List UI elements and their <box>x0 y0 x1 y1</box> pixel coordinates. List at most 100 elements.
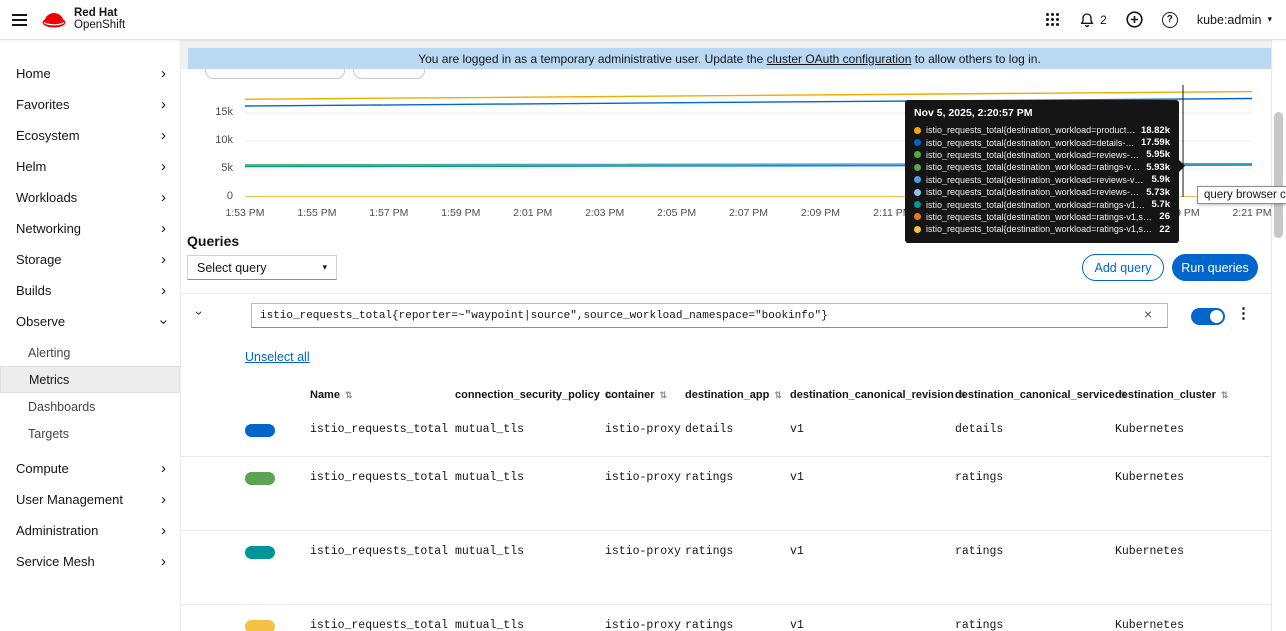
sidebar-item-builds[interactable]: Builds › <box>0 275 180 306</box>
notification-count: 2 <box>1100 12 1107 27</box>
notifications-button[interactable]: 2 <box>1079 12 1107 28</box>
user-menu[interactable]: kube:admin ▾ <box>1197 13 1272 27</box>
app-launcher-button[interactable] <box>1045 12 1060 27</box>
sidebar-item-helm[interactable]: Helm › <box>0 151 180 182</box>
cell-name: istio_requests_total <box>310 471 449 484</box>
hamburger-menu-icon[interactable] <box>12 13 27 26</box>
sidebar-item-favorites[interactable]: Favorites › <box>0 89 180 120</box>
table-row: istio_requests_total mutual_tls istio-pr… <box>181 409 1271 457</box>
quick-create-button[interactable] <box>1126 11 1143 28</box>
x-tick-label: 2:21 PM <box>1232 207 1271 219</box>
sidebar-item-service-mesh[interactable]: Service Mesh › <box>0 546 180 577</box>
unselect-all-link[interactable]: Unselect all <box>245 350 310 364</box>
run-queries-button[interactable]: Run queries <box>1172 254 1258 281</box>
series-label: istio_requests_total{destination_workloa… <box>926 224 1155 235</box>
query-expand-chevron-icon[interactable]: › <box>192 311 207 315</box>
chevron-right-icon: › <box>161 126 166 144</box>
sidebar-item-home[interactable]: Home › <box>0 58 180 89</box>
series-label: istio_requests_total{destination_workloa… <box>926 174 1147 185</box>
cell-destination-canonical-revision: v1 <box>790 619 804 631</box>
redhat-openshift-logo[interactable]: Red Hat OpenShift <box>41 7 125 31</box>
series-label: istio_requests_total{destination_workloa… <box>926 149 1142 160</box>
column-header-name[interactable]: Name ⇅ <box>310 389 455 401</box>
sidebar-item-alerting[interactable]: Alerting <box>0 339 180 366</box>
select-query-label: Select query <box>197 260 267 275</box>
cell-destination-app: ratings <box>685 619 734 631</box>
plus-circle-icon <box>1126 11 1143 28</box>
column-header-connection-security-policy[interactable]: connection_security_policy ⇅ <box>455 389 612 401</box>
section-divider <box>181 293 1271 294</box>
cell-container: istio-proxy <box>605 619 681 631</box>
table-row: istio_requests_total mutual_tls istio-pr… <box>181 531 1271 605</box>
sidebar-item-storage[interactable]: Storage › <box>0 244 180 275</box>
chart-hover-tooltip: Nov 5, 2025, 2:20:57 PM istio_requests_t… <box>905 100 1185 243</box>
query-enabled-toggle[interactable] <box>1191 308 1225 325</box>
series-value: 22 <box>1159 223 1170 235</box>
y-tick-label: 0 <box>226 190 233 202</box>
sidebar-item-user-management[interactable]: User Management › <box>0 484 180 515</box>
tooltip-series-row: istio_requests_total{destination_workloa… <box>914 186 1170 198</box>
series-label: istio_requests_total{destination_workloa… <box>926 137 1136 148</box>
nav-label: Networking <box>16 221 82 236</box>
chevron-right-icon: › <box>161 219 166 237</box>
column-header-destination-canonical-revision[interactable]: destination_canonical_revision ⇅ <box>790 389 966 401</box>
column-header-destination-app[interactable]: destination_app ⇅ <box>685 389 790 401</box>
chevron-down-icon: › <box>155 319 173 324</box>
sort-icon: ⇅ <box>344 389 353 400</box>
add-query-button[interactable]: Add query <box>1082 254 1164 281</box>
masthead: Red Hat OpenShift 2 ? kube:admin ▾ <box>0 0 1286 40</box>
series-label: istio_requests_total{destination_workloa… <box>926 199 1147 210</box>
user-name: kube:admin <box>1196 12 1262 27</box>
series-color-dot <box>914 176 921 184</box>
cell-destination-canonical-service: details <box>955 423 1004 436</box>
tooltip-series-row: istio_requests_total{destination_workloa… <box>914 124 1170 136</box>
chevron-right-icon: › <box>161 188 166 206</box>
banner-text-after: to allow others to log in. <box>911 51 1041 66</box>
nav-label: Compute <box>16 461 69 476</box>
series-value: 26 <box>1159 211 1170 223</box>
clear-query-icon[interactable]: × <box>1144 307 1152 321</box>
sidebar-item-metrics[interactable]: Metrics <box>0 366 180 393</box>
banner-text-before: You are logged in as a temporary adminis… <box>418 51 767 66</box>
question-circle-icon: ? <box>1161 11 1178 28</box>
column-header-container[interactable]: container ⇅ <box>605 389 685 401</box>
cell-container: istio-proxy <box>605 471 681 484</box>
series-label: istio_requests_total{destination_workloa… <box>926 187 1142 198</box>
help-button[interactable]: ? <box>1161 11 1178 28</box>
tooltip-series-row: istio_requests_total{destination_workloa… <box>914 161 1170 173</box>
metrics-panel: 15k 10k 5k 0 1:53 PM 1:55 PM 1:57 PM 1:59 PM 2:… <box>181 69 1271 631</box>
tooltip-timestamp: Nov 5, 2025, 2:20:57 PM <box>914 107 1033 119</box>
cell-destination-app: ratings <box>685 471 734 484</box>
sidebar-item-administration[interactable]: Administration › <box>0 515 180 546</box>
column-header-destination-cluster[interactable]: destination_cluster ⇅ <box>1115 389 1271 401</box>
query-expression-input[interactable] <box>251 303 1168 328</box>
cell-name: istio_requests_total <box>310 423 449 436</box>
scrollbar-thumb[interactable] <box>1274 112 1283 238</box>
tooltip-series-list: istio_requests_total{destination_workloa… <box>914 124 1170 236</box>
series-color-dot <box>914 201 921 209</box>
series-swatch[interactable] <box>245 424 275 437</box>
series-swatch[interactable] <box>245 472 275 485</box>
sidebar-item-targets[interactable]: Targets <box>0 420 180 447</box>
cell-destination-cluster: Kubernetes <box>1115 545 1185 558</box>
nav-label: Home <box>16 66 51 81</box>
clipped-chart-control[interactable] <box>353 69 425 79</box>
sidebar-item-compute[interactable]: Compute › <box>0 453 180 484</box>
series-value: 17.59k <box>1140 137 1170 149</box>
sidebar-item-networking[interactable]: Networking › <box>0 213 180 244</box>
query-kebab-menu[interactable]: ⋮ <box>1236 304 1251 322</box>
vertical-scrollbar[interactable] <box>1271 40 1286 631</box>
sidebar-item-observe[interactable]: Observe › <box>0 306 180 337</box>
oauth-configuration-link[interactable]: cluster OAuth configuration <box>767 52 912 66</box>
series-swatch[interactable] <box>245 546 275 559</box>
nav-label: Alerting <box>28 345 71 360</box>
clipped-timespan-control[interactable] <box>205 69 345 79</box>
sidebar-item-workloads[interactable]: Workloads › <box>0 182 180 213</box>
column-header-destination-canonical-service[interactable]: destination_canonical_service ⇅ <box>955 389 1127 401</box>
sidebar-item-dashboards[interactable]: Dashboards <box>0 393 180 420</box>
cell-destination-cluster: Kubernetes <box>1115 619 1185 631</box>
series-swatch[interactable] <box>245 620 275 631</box>
nav-label: Targets <box>28 426 69 441</box>
select-query-dropdown[interactable]: Select query ▾ <box>187 255 337 280</box>
sidebar-item-ecosystem[interactable]: Ecosystem › <box>0 120 180 151</box>
